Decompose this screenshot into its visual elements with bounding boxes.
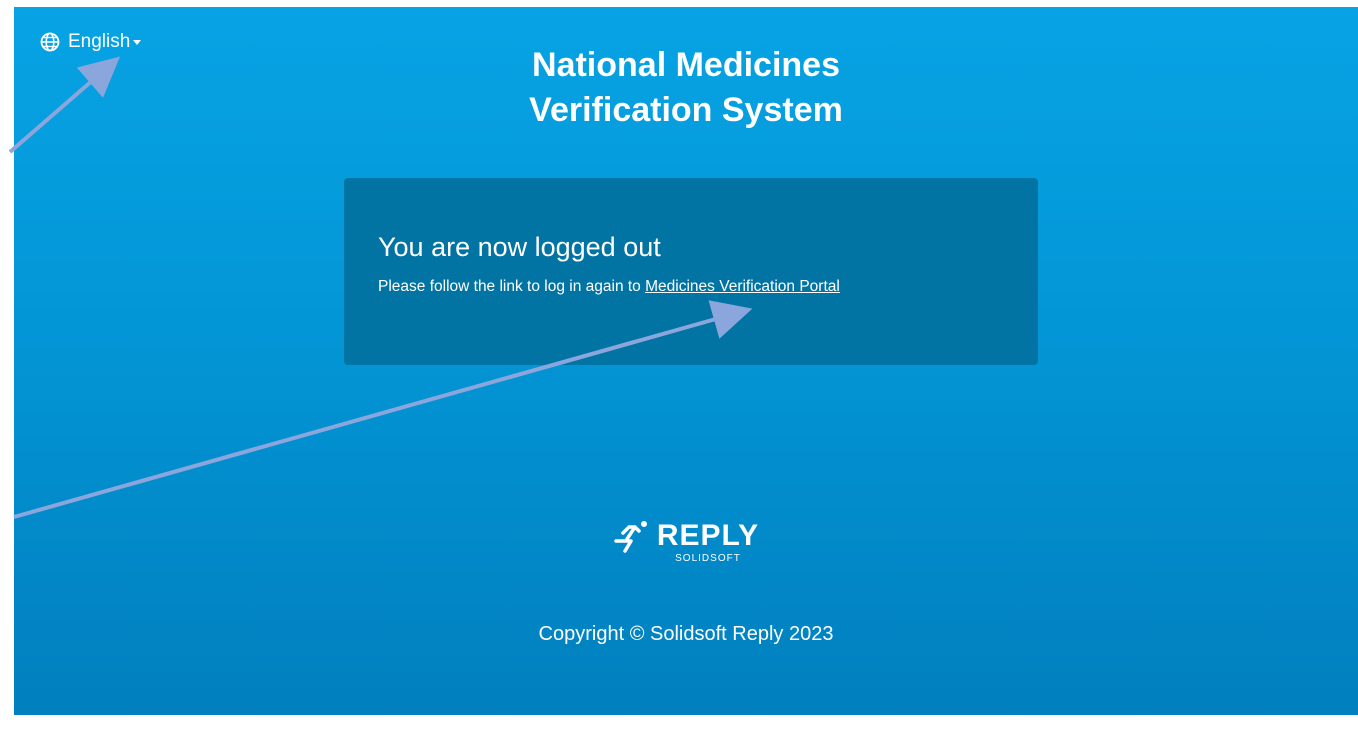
reply-logo: REPLY SOLIDSOFT xyxy=(14,521,1358,564)
brand-subtitle: SOLIDSOFT xyxy=(675,553,741,564)
page-background: English National Medicines Verification … xyxy=(14,7,1358,715)
title-line-2: Verification System xyxy=(529,91,843,129)
title-line-1: National Medicines xyxy=(532,46,840,84)
logout-message: Please follow the link to log in again t… xyxy=(378,278,1038,296)
brand-name: REPLY xyxy=(656,519,760,552)
portal-link[interactable]: Medicines Verification Portal xyxy=(645,278,840,295)
logout-panel: You are now logged out Please follow the… xyxy=(344,178,1038,365)
runner-icon xyxy=(614,521,647,553)
copyright-text: Copyright © Solidsoft Reply 2023 xyxy=(538,623,834,645)
logout-message-text: Please follow the link to log in again t… xyxy=(378,278,646,295)
logout-heading: You are now logged out xyxy=(378,232,661,262)
page-title: National Medicines Verification System xyxy=(14,43,1358,133)
